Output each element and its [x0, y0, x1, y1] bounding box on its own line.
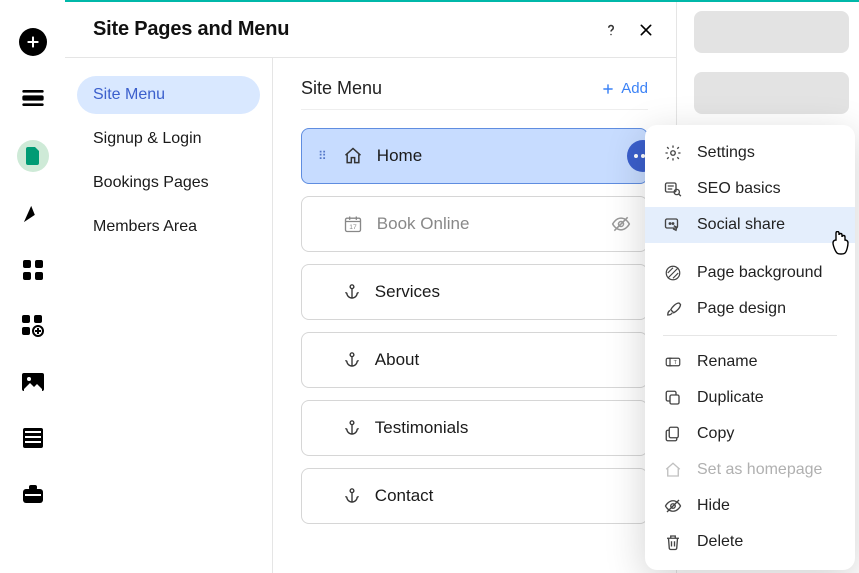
- cms-icon[interactable]: [19, 424, 47, 452]
- svg-text:17: 17: [349, 224, 357, 231]
- canvas-element: [694, 11, 849, 53]
- rename-icon: T: [663, 353, 683, 371]
- anchor-icon: [343, 487, 361, 505]
- share-icon: [663, 216, 683, 234]
- menu-delete[interactable]: Delete: [645, 524, 855, 560]
- page-row-contact[interactable]: ⠿ Contact: [301, 468, 648, 524]
- drag-handle-icon[interactable]: ⠿: [318, 149, 327, 163]
- left-rail: [0, 0, 65, 573]
- duplicate-icon: [663, 389, 683, 407]
- anchor-icon: [343, 283, 361, 301]
- sections-icon[interactable]: [19, 84, 47, 112]
- menu-social-share[interactable]: Social share: [645, 207, 855, 243]
- menu-hide[interactable]: Hide: [645, 488, 855, 524]
- menu-page-background[interactable]: Page background: [645, 255, 855, 291]
- menu-copy[interactable]: Copy: [645, 416, 855, 452]
- menu-set-homepage: Set as homepage: [645, 452, 855, 488]
- page-row-book-online[interactable]: ⠿ 17 Book Online: [301, 196, 648, 252]
- pages-panel: Site Pages and Menu Site Menu Signup & L…: [65, 2, 677, 573]
- panel-main: Site Menu Add ⠿ Home: [273, 58, 676, 573]
- menu-rename[interactable]: T Rename: [645, 344, 855, 380]
- copy-icon: [663, 425, 683, 443]
- sidebar-item-bookings[interactable]: Bookings Pages: [77, 164, 260, 202]
- close-icon[interactable]: [638, 22, 654, 38]
- design-icon[interactable]: [19, 200, 47, 228]
- add-icon[interactable]: [19, 28, 47, 56]
- add-page-button[interactable]: Add: [601, 80, 648, 97]
- media-icon[interactable]: [19, 368, 47, 396]
- page-row-about[interactable]: ⠿ About: [301, 332, 648, 388]
- pattern-icon: [663, 264, 683, 282]
- svg-text:T: T: [674, 360, 678, 366]
- gear-icon: [663, 144, 683, 162]
- calendar-icon: 17: [343, 214, 363, 234]
- brush-icon: [663, 300, 683, 318]
- page-row-testimonials[interactable]: ⠿ Testimonials: [301, 400, 648, 456]
- business-icon[interactable]: [19, 480, 47, 508]
- menu-duplicate[interactable]: Duplicate: [645, 380, 855, 416]
- menu-settings[interactable]: Settings: [645, 135, 855, 171]
- help-icon[interactable]: [602, 21, 620, 39]
- trash-icon: [663, 533, 683, 551]
- plugins-icon[interactable]: [19, 312, 47, 340]
- pages-icon[interactable]: [17, 140, 49, 172]
- panel-header: Site Pages and Menu: [65, 2, 676, 58]
- anchor-icon: [343, 351, 361, 369]
- anchor-icon: [343, 419, 361, 437]
- sidebar-item-signup-login[interactable]: Signup & Login: [77, 120, 260, 158]
- page-row-home[interactable]: ⠿ Home: [301, 128, 648, 184]
- page-row-services[interactable]: ⠿ Services: [301, 264, 648, 320]
- canvas-element: [694, 72, 849, 114]
- seo-icon: [663, 180, 683, 198]
- context-menu: Settings SEO basics Social share Page ba…: [645, 125, 855, 570]
- sidebar-item-members[interactable]: Members Area: [77, 208, 260, 246]
- panel-sidebar: Site Menu Signup & Login Bookings Pages …: [65, 58, 273, 573]
- hide-icon: [663, 497, 683, 515]
- hidden-icon: [611, 214, 631, 234]
- page-list: ⠿ Home ⠿ 17 Book Online: [301, 128, 648, 524]
- sidebar-item-site-menu[interactable]: Site Menu: [77, 76, 260, 114]
- apps-icon[interactable]: [19, 256, 47, 284]
- section-title: Site Menu: [301, 78, 382, 99]
- home-icon: [663, 461, 683, 479]
- menu-page-design[interactable]: Page design: [645, 291, 855, 327]
- home-icon: [343, 146, 363, 166]
- panel-title: Site Pages and Menu: [93, 18, 289, 41]
- menu-seo[interactable]: SEO basics: [645, 171, 855, 207]
